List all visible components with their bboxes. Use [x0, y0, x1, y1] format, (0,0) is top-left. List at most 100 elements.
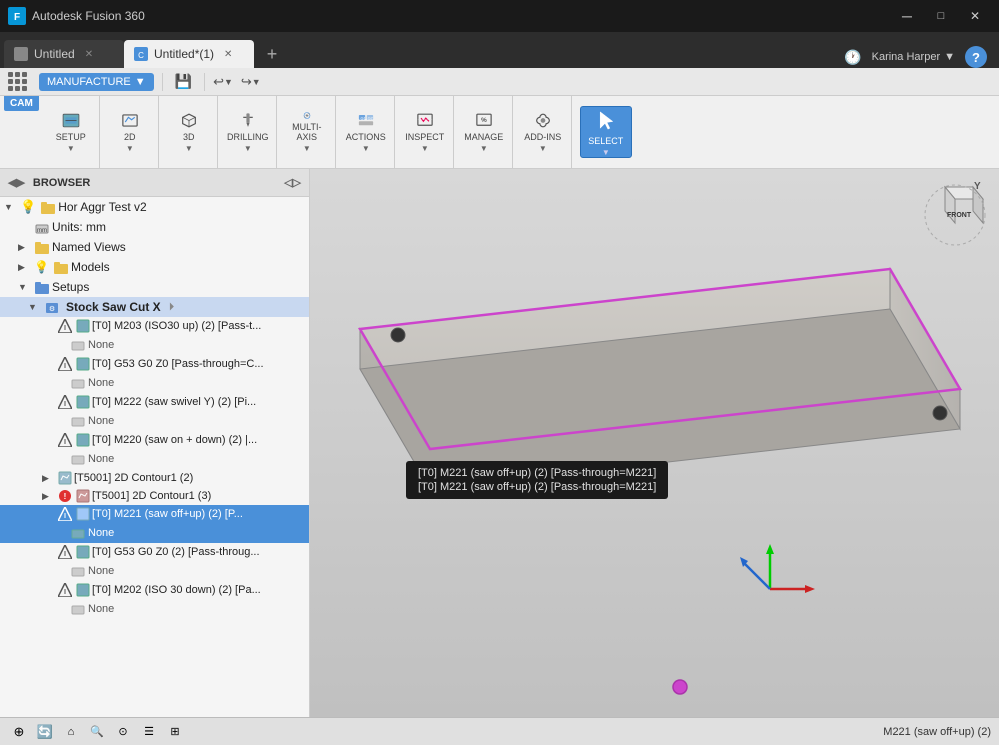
- none-icon-3: [70, 413, 86, 429]
- tree-label-none4: None: [88, 453, 114, 465]
- tree-item-none9[interactable]: None: [0, 599, 309, 619]
- close-button[interactable]: ✕: [959, 6, 991, 26]
- tree-item-none7[interactable]: None: [0, 523, 309, 543]
- save-button[interactable]: 💾: [171, 71, 196, 92]
- multiaxis-icon: [295, 111, 319, 120]
- user-button[interactable]: Karina Harper ▼: [872, 51, 955, 63]
- bottom-tool-pan[interactable]: ⊕: [8, 721, 30, 743]
- toolbar-group-multiaxis: MULTI-AXIS ▼: [279, 96, 336, 168]
- bottom-tool-home[interactable]: ⌂: [60, 721, 82, 743]
- inspect-button[interactable]: INSPECT ▼: [403, 110, 447, 154]
- tree-item-op4[interactable]: [T0] M220 (saw on + down) (2) |...: [0, 431, 309, 449]
- none-icon-7: [70, 525, 86, 541]
- 2d-button[interactable]: 2D ▼: [108, 110, 152, 154]
- tree-label-none1: None: [88, 339, 114, 351]
- viewport[interactable]: [T0] M221 (saw off+up) (2) [Pass-through…: [310, 169, 999, 717]
- bottom-tool-zoom[interactable]: 🔍: [86, 721, 108, 743]
- actions-button[interactable]: G1 G2 ACTIONS ▼: [344, 110, 388, 154]
- tree-item-none3[interactable]: None: [0, 411, 309, 431]
- toolbar-group-manage: % MANAGE ▼: [456, 96, 513, 168]
- bottom-tool-section[interactable]: ⊙: [112, 721, 134, 743]
- tree-label-op3: [T0] M222 (saw swivel Y) (2) [Pi...: [92, 396, 256, 408]
- tab1-close[interactable]: ✕: [85, 49, 93, 60]
- tree-item-none2[interactable]: None: [0, 373, 309, 393]
- main-content: ◀▶ BROWSER ◁▷ ▼ 💡 Hor Aggr Test v2 mm Un…: [0, 169, 999, 717]
- tree-item-op6[interactable]: ▶ ! [T5001] 2D Contour1 (3): [0, 487, 309, 505]
- tree-item-none8[interactable]: None: [0, 561, 309, 581]
- svg-text:%: %: [481, 117, 487, 124]
- sidebar-pin[interactable]: ◁▷: [284, 176, 301, 189]
- bottombar: ⊕ 🔄 ⌂ 🔍 ⊙ ☰ ⊞ M221 (saw off+up) (2): [0, 717, 999, 745]
- 3d-button[interactable]: 3D ▼: [167, 110, 211, 154]
- toolbar-group-actions: G1 G2 ACTIONS ▼: [338, 96, 395, 168]
- clock-button[interactable]: 🕐: [844, 49, 861, 66]
- addins-button[interactable]: ADD-INS ▼: [521, 110, 565, 154]
- manage-button[interactable]: % MANAGE ▼: [462, 110, 506, 154]
- tree-item-named-views[interactable]: ▶ Named Views: [0, 237, 309, 257]
- op-body-icon-4: [76, 433, 90, 447]
- tree-item-units[interactable]: mm Units: mm: [0, 217, 309, 237]
- op-triangle-icon-4: [58, 433, 72, 447]
- restore-button[interactable]: □: [925, 6, 957, 26]
- undo-button[interactable]: ↩▼: [213, 74, 233, 90]
- tree-label-setups: Setups: [52, 280, 89, 294]
- tab-untitled-1[interactable]: C Untitled*(1) ✕: [124, 40, 254, 68]
- redo-button[interactable]: ↪▼: [241, 74, 261, 90]
- toolbar: MANUFACTURE ▼ 💾 ↩▼ ↪▼ CAM: [0, 68, 999, 169]
- tabbar: Untitled ✕ C Untitled*(1) ✕ + 🕐 Karina H…: [0, 32, 999, 68]
- actions-icon: G1 G2: [354, 111, 378, 130]
- tree-item-root[interactable]: ▼ 💡 Hor Aggr Test v2: [0, 197, 309, 217]
- tree-item-none1[interactable]: None: [0, 335, 309, 355]
- op-triangle-icon-2: [58, 357, 72, 371]
- op-body-icon-3: [76, 395, 90, 409]
- tree-item-setups[interactable]: ▼ Setups: [0, 277, 309, 297]
- sidebar-collapse-icon[interactable]: ◀▶: [8, 176, 25, 189]
- tree-arrow-named-views: ▶: [18, 242, 32, 253]
- op-body-icon: [76, 319, 90, 333]
- tree-label-none9: None: [88, 603, 114, 615]
- op-body-icon-7: [76, 507, 90, 521]
- cube-widget[interactable]: Y FRONT: [919, 177, 991, 249]
- tree-label-op6: [T5001] 2D Contour1 (3): [92, 490, 211, 502]
- tree-item-models[interactable]: ▶ 💡 Models: [0, 257, 309, 277]
- drilling-icon: [236, 111, 260, 130]
- tree-label-models: Models: [71, 260, 110, 274]
- minimize-button[interactable]: ─: [891, 6, 923, 26]
- tree-item-none4[interactable]: None: [0, 449, 309, 469]
- grid-icon: [8, 72, 27, 91]
- tree-item-op1[interactable]: [T0] M203 (ISO30 up) (2) [Pass-t...: [0, 317, 309, 335]
- add-tab-button[interactable]: +: [258, 40, 286, 68]
- tree-label-none2: None: [88, 377, 114, 389]
- tree-item-op9[interactable]: [T0] M202 (ISO 30 down) (2) [Pa...: [0, 581, 309, 599]
- tree-arrow-op6: ▶: [42, 491, 56, 502]
- tree-item-op8[interactable]: [T0] G53 G0 Z0 (2) [Pass-throug...: [0, 543, 309, 561]
- tree-item-op3[interactable]: [T0] M222 (saw swivel Y) (2) [Pi...: [0, 393, 309, 411]
- tree-label-none3: None: [88, 415, 114, 427]
- op-triangle-icon-3: [58, 395, 72, 409]
- manufacture-button[interactable]: MANUFACTURE ▼: [39, 73, 154, 91]
- bottom-tool-orbit[interactable]: 🔄: [34, 721, 56, 743]
- select-button[interactable]: SELECT ▼: [580, 106, 632, 158]
- toolbar-group-2d: 2D ▼: [102, 96, 159, 168]
- tree-label-op1: [T0] M203 (ISO30 up) (2) [Pass-t...: [92, 320, 261, 332]
- play-icon: ⏵: [169, 301, 175, 314]
- tree-label-root: Hor Aggr Test v2: [58, 200, 147, 214]
- 2d-icon: [118, 111, 142, 130]
- multiaxis-button[interactable]: MULTI-AXIS ▼: [285, 110, 329, 154]
- toolbar-group-addins: ADD-INS ▼: [515, 96, 572, 168]
- tab-icon-2: C: [134, 47, 148, 61]
- tree-item-setup1[interactable]: ▼ ⚙ Stock Saw Cut X ⏵: [0, 297, 309, 317]
- tree-item-op2[interactable]: [T0] G53 G0 Z0 [Pass-through=C...: [0, 355, 309, 373]
- tree-item-op7[interactable]: [T0] M221 (saw off+up) (2) [P...: [0, 505, 309, 523]
- setup-gear-icon: ⚙: [44, 299, 60, 315]
- tab2-close[interactable]: ✕: [224, 49, 232, 60]
- tree-label-none8: None: [88, 565, 114, 577]
- tree-item-op5[interactable]: ▶ [T5001] 2D Contour1 (2): [0, 469, 309, 487]
- tree-label-op4: [T0] M220 (saw on + down) (2) |...: [92, 434, 257, 446]
- drilling-button[interactable]: DRILLING ▼: [226, 110, 270, 154]
- bottom-tool-grid[interactable]: ⊞: [164, 721, 186, 743]
- tab-untitled[interactable]: Untitled ✕: [4, 40, 124, 68]
- help-button[interactable]: ?: [965, 46, 987, 68]
- setup-button[interactable]: SETUP ▼: [49, 110, 93, 154]
- bottom-tool-display[interactable]: ☰: [138, 721, 160, 743]
